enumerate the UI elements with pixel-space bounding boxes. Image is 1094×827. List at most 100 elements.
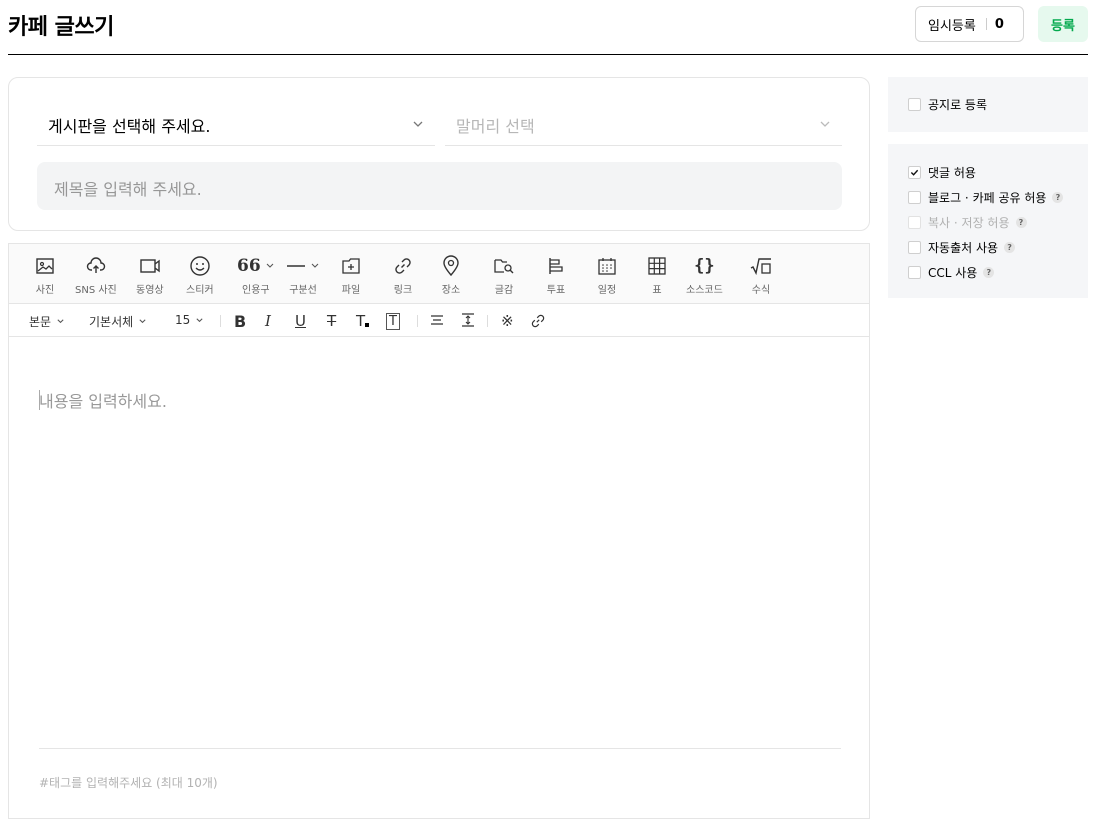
notice-checkbox[interactable] (908, 98, 921, 111)
video-icon (140, 259, 160, 273)
divider-icon (287, 265, 305, 267)
font-size-value: 15 (175, 313, 191, 327)
insert-toolbar: 사진 SNS 사진 동영상 스티커 66 인용구 구분선 파일 링크 장소 글감… (9, 244, 869, 304)
comments-option[interactable]: 댓글 허용 (908, 164, 976, 181)
file-add-icon (342, 258, 360, 274)
toolbar-label: 소스코드 (686, 285, 723, 296)
special-char-icon[interactable]: ※ (501, 312, 514, 330)
check-icon (910, 169, 919, 176)
board-select[interactable]: 게시판을 선택해 주세요. (37, 104, 435, 146)
format-toolbar: 본문 기본서체 15 B I U T T T ※ (9, 304, 869, 337)
toolbar-file-button[interactable]: 파일 (341, 254, 361, 296)
toolbar-quote-button[interactable]: 66 인용구 (237, 254, 275, 296)
toolbar-divider (487, 315, 488, 327)
toolbar-sticker-button[interactable]: 스티커 (186, 254, 214, 296)
poll-icon (549, 258, 563, 274)
toolbar-label: 사진 (35, 285, 55, 296)
help-icon[interactable]: ? (1015, 217, 1027, 228)
chevron-down-icon (57, 319, 64, 324)
quote-icon: 66 (237, 256, 261, 276)
temp-save-button[interactable]: 임시등록 0 (915, 6, 1024, 42)
smiley-icon (190, 256, 210, 276)
toolbar-divider-button[interactable]: 구분선 (286, 254, 320, 296)
comments-checkbox[interactable] (908, 166, 921, 179)
paragraph-style-value: 본문 (29, 315, 52, 329)
ccl-option[interactable]: CCL 사용 ? (908, 264, 995, 281)
toolbar-label: 스티커 (186, 285, 214, 296)
font-size-select[interactable]: 15 (175, 313, 204, 327)
help-icon[interactable]: ? (983, 267, 995, 278)
cloud-upload-icon (86, 257, 106, 273)
toolbar-label: 장소 (441, 285, 461, 296)
editor: 사진 SNS 사진 동영상 스티커 66 인용구 구분선 파일 링크 장소 글감… (8, 243, 870, 819)
post-form-card: 게시판을 선택해 주세요. 말머리 선택 제목을 입력해 주세요. (8, 77, 870, 231)
toolbar-label: 일정 (597, 285, 617, 296)
toolbar-label: SNS 사진 (75, 285, 117, 296)
share-option[interactable]: 블로그 · 카페 공유 허용 ? (908, 189, 1064, 206)
toolbar-material-button[interactable]: 글감 (493, 254, 515, 296)
share-label: 블로그 · 카페 공유 허용 (928, 191, 1047, 205)
bold-icon[interactable]: B (234, 312, 246, 331)
search-material-icon (494, 259, 514, 274)
font-family-select[interactable]: 기본서체 (89, 313, 147, 330)
text-color-icon[interactable]: T (356, 312, 370, 330)
formula-icon (750, 258, 771, 276)
toolbar-label: 표 (652, 285, 662, 296)
chevron-down-icon (266, 263, 274, 268)
help-icon[interactable]: ? (1052, 192, 1064, 203)
toolbar-video-button[interactable]: 동영상 (136, 254, 164, 296)
toolbar-divider (220, 315, 221, 327)
toolbar-label: 파일 (341, 285, 361, 296)
toolbar-divider (417, 315, 418, 327)
paragraph-style-select[interactable]: 본문 (29, 313, 65, 330)
comments-label: 댓글 허용 (928, 166, 976, 180)
ccl-checkbox[interactable] (908, 266, 921, 279)
strikethrough-icon[interactable]: T (327, 312, 336, 330)
tag-divider (39, 748, 841, 749)
link-icon[interactable] (530, 313, 546, 329)
source-option[interactable]: 자동출처 사용 ? (908, 239, 1016, 256)
table-icon (648, 257, 666, 275)
toolbar-label: 링크 (393, 285, 413, 296)
text-background-icon[interactable]: T (386, 313, 400, 330)
toolbar-code-button[interactable]: {} 소스코드 (686, 254, 723, 296)
map-pin-icon (443, 255, 459, 277)
italic-icon[interactable]: I (265, 312, 271, 330)
content-editor[interactable]: 내용을 입력하세요. (39, 388, 167, 412)
source-checkbox[interactable] (908, 241, 921, 254)
line-height-icon[interactable] (461, 313, 475, 327)
temp-save-count: 0 (994, 16, 1004, 32)
calendar-icon (598, 258, 616, 275)
toolbar-label: 수식 (751, 285, 771, 296)
share-checkbox[interactable] (908, 191, 921, 204)
toolbar-label: 인용구 (242, 285, 270, 296)
post-options-panel: 댓글 허용 블로그 · 카페 공유 허용 ? 복사 · 저장 허용 ? 자동출처… (888, 144, 1088, 298)
title-input[interactable]: 제목을 입력해 주세요. (37, 162, 842, 210)
image-icon (36, 258, 54, 274)
toolbar-label: 투표 (546, 285, 566, 296)
link-icon (395, 258, 411, 274)
toolbar-place-button[interactable]: 장소 (441, 254, 461, 296)
tag-input[interactable]: #태그를 입력해주세요 (최대 10개) (39, 774, 218, 791)
toolbar-label: 동영상 (136, 285, 164, 296)
align-icon[interactable] (430, 313, 444, 327)
toolbar-link-button[interactable]: 링크 (393, 254, 413, 296)
page-title: 카페 글쓰기 (8, 15, 114, 40)
chevron-down-icon (413, 121, 423, 127)
copy-checkbox (908, 216, 921, 229)
toolbar-formula-button[interactable]: 수식 (750, 254, 772, 296)
head-select[interactable]: 말머리 선택 (445, 104, 842, 146)
toolbar-photo-button[interactable]: 사진 (35, 254, 55, 296)
notice-option[interactable]: 공지로 등록 (908, 96, 987, 113)
chevron-down-icon (820, 121, 830, 127)
register-button[interactable]: 등록 (1038, 6, 1088, 42)
underline-icon[interactable]: U (295, 312, 306, 330)
toolbar-poll-button[interactable]: 투표 (546, 254, 566, 296)
toolbar-table-button[interactable]: 표 (647, 254, 667, 296)
toolbar-sns-photo-button[interactable]: SNS 사진 (75, 254, 117, 296)
notice-panel: 공지로 등록 (888, 77, 1088, 132)
help-icon[interactable]: ? (1004, 242, 1016, 253)
title-placeholder: 제목을 입력해 주세요. (54, 180, 202, 199)
toolbar-schedule-button[interactable]: 일정 (597, 254, 617, 296)
copy-label: 복사 · 저장 허용 (928, 216, 1010, 230)
